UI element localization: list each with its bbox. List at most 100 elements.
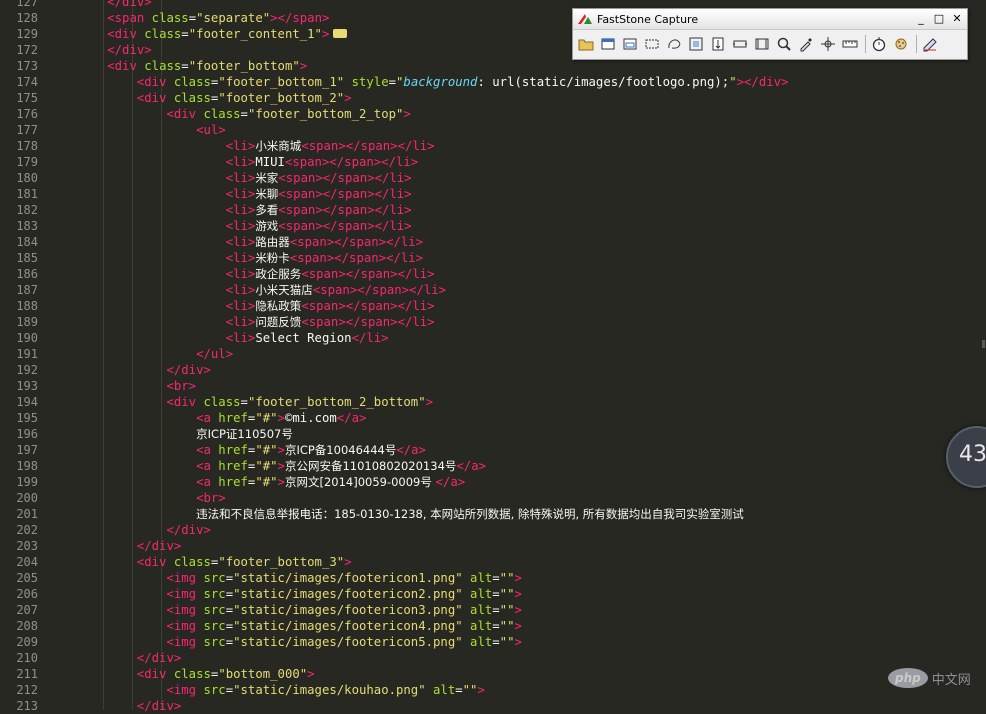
line-number: 210 [16, 651, 38, 665]
code-line[interactable]: <div class="bottom_000"> [48, 666, 986, 682]
timer-icon[interactable] [870, 35, 888, 53]
code-line[interactable]: </div> [48, 362, 986, 378]
code-token: "footer_bottom_2_top" [247, 107, 404, 121]
code-line[interactable]: 违法和不良信息举报电话：185-0130-1238, 本网站所列数据, 除特殊说… [48, 506, 986, 522]
line-number: 203 [16, 539, 38, 553]
code-token: <span> [301, 299, 346, 313]
close-button[interactable]: ✕ [949, 11, 965, 27]
code-token: </span> [322, 203, 375, 217]
code-line[interactable]: <a href="#">京网文[2014]0059-0009号 </a> [48, 474, 986, 490]
code-token: alt [470, 619, 493, 633]
code-line[interactable]: </div> [48, 650, 986, 666]
faststone-capture-toolbar[interactable]: FastStone Capture _ □ ✕ [572, 8, 968, 60]
code-line[interactable]: <li>小米商城<span></span></li> [48, 138, 986, 154]
code-line[interactable]: <img src="static/images/kouhao.png" alt=… [48, 682, 986, 698]
code-token: href [218, 411, 248, 425]
capture-window-object-icon[interactable] [621, 35, 639, 53]
code-token: <br> [166, 379, 197, 393]
settings-icon[interactable] [892, 35, 910, 53]
fold-ellipsis-icon[interactable] [333, 29, 348, 38]
code-token: 米家 [255, 171, 279, 185]
code-token: </span> [345, 139, 398, 153]
code-token: </span> [345, 315, 398, 329]
code-line[interactable]: <li>多看<span></span></li> [48, 202, 986, 218]
code-token: div [122, 0, 145, 9]
code-token: "" [499, 635, 515, 649]
code-token: class [151, 11, 189, 25]
code-token: <span> [301, 139, 346, 153]
code-line[interactable]: <img src="static/images/footericon5.png"… [48, 634, 986, 650]
code-line[interactable]: <a href="#">京ICP备10046444号</a> [48, 442, 986, 458]
code-line[interactable]: </ul> [48, 346, 986, 362]
crosshair-icon[interactable] [819, 35, 837, 53]
code-area[interactable]: </div> <span class="separate"></span> <d… [48, 0, 986, 714]
restore-button[interactable]: □ [931, 11, 947, 27]
code-line[interactable]: <li>米家<span></span></li> [48, 170, 986, 186]
code-line[interactable]: 京ICP证110507号 [48, 426, 986, 442]
code-editor[interactable]: 127 128 129 172 173 174 175 176 177 178 179 180 181 1… [0, 0, 986, 713]
ruler-icon[interactable] [841, 35, 859, 53]
open-folder-icon[interactable] [577, 35, 595, 53]
capture-fullscreen-icon[interactable] [687, 35, 705, 53]
code-token: <br> [196, 491, 226, 505]
code-token: src [203, 635, 226, 649]
code-line[interactable]: <a href="#">京公网安备11010802020134号</a> [48, 458, 986, 474]
line-number: 181 [16, 187, 38, 201]
code-line[interactable]: <div class="footer_bottom_3"> [48, 554, 986, 570]
code-line[interactable]: <li>Select Region</li> [48, 330, 986, 346]
code-line[interactable]: <div class="footer_bottom"> [48, 58, 986, 74]
code-line[interactable]: </div> [48, 538, 986, 554]
capture-freehand-icon[interactable] [665, 35, 683, 53]
code-line[interactable]: <br> [48, 490, 986, 506]
code-line[interactable]: <li>小米天猫店<span></span></li> [48, 282, 986, 298]
capture-fixed-region-icon[interactable] [731, 35, 749, 53]
code-line[interactable]: <div class="footer_bottom_2_top"> [48, 106, 986, 122]
code-line[interactable]: <br> [48, 378, 986, 394]
code-token: </li> [386, 251, 424, 265]
code-token: > [277, 443, 285, 457]
code-line[interactable]: <a href="#">©mi.com</a> [48, 410, 986, 426]
code-token: "footer_bottom_2_bottom" [247, 395, 426, 409]
code-token: > [144, 0, 152, 9]
code-line[interactable]: <ul> [48, 122, 986, 138]
watermark: php 中文网 [888, 668, 971, 688]
code-token: <li> [225, 251, 256, 265]
code-line[interactable]: <img src="static/images/footericon1.png"… [48, 570, 986, 586]
code-line[interactable]: <li>MIUI<span></span></li> [48, 154, 986, 170]
code-token: class [173, 667, 211, 681]
toolbar-titlebar[interactable]: FastStone Capture _ □ ✕ [573, 9, 967, 30]
code-line[interactable]: <div class="footer_bottom_2_bottom"> [48, 394, 986, 410]
code-token: "" [499, 571, 515, 585]
color-picker-icon[interactable] [797, 35, 815, 53]
code-line[interactable]: <li>政企服务<span></span></li> [48, 266, 986, 282]
output-icon[interactable] [921, 35, 939, 53]
line-number: 192 [16, 363, 38, 377]
code-line[interactable]: <img src="static/images/footericon3.png"… [48, 602, 986, 618]
capture-scrolling-icon[interactable] [709, 35, 727, 53]
minimize-button[interactable]: _ [913, 11, 929, 27]
code-token: <li> [225, 155, 256, 169]
capture-video-icon[interactable] [753, 35, 771, 53]
code-line[interactable]: <div class="footer_bottom_2"> [48, 90, 986, 106]
code-line[interactable]: <li>米粉卡<span></span></li> [48, 250, 986, 266]
code-line[interactable]: <div class="footer_bottom_1" style="back… [48, 74, 986, 90]
code-line[interactable]: <li>游戏<span></span></li> [48, 218, 986, 234]
capture-rectangle-icon[interactable] [643, 35, 661, 53]
code-line[interactable]: <li>米聊<span></span></li> [48, 186, 986, 202]
code-line[interactable]: </div> [48, 698, 986, 714]
magnifier-icon[interactable] [775, 35, 793, 53]
code-line[interactable]: </div> [48, 522, 986, 538]
code-line[interactable]: <img src="static/images/footericon2.png"… [48, 586, 986, 602]
code-token: = [492, 619, 500, 633]
code-token: "static/images/footericon4.png" [233, 619, 463, 633]
code-line[interactable]: <img src="static/images/footericon4.png"… [48, 618, 986, 634]
code-token: "footer_bottom_3" [218, 555, 345, 569]
code-token: "" [499, 603, 515, 617]
code-line[interactable]: <li>路由器<span></span></li> [48, 234, 986, 250]
capture-active-window-icon[interactable] [599, 35, 617, 53]
code-line[interactable]: <li>问题反馈<span></span></li> [48, 314, 986, 330]
php-logo: php [888, 668, 928, 688]
code-line[interactable]: <li>隐私政策<span></span></li> [48, 298, 986, 314]
